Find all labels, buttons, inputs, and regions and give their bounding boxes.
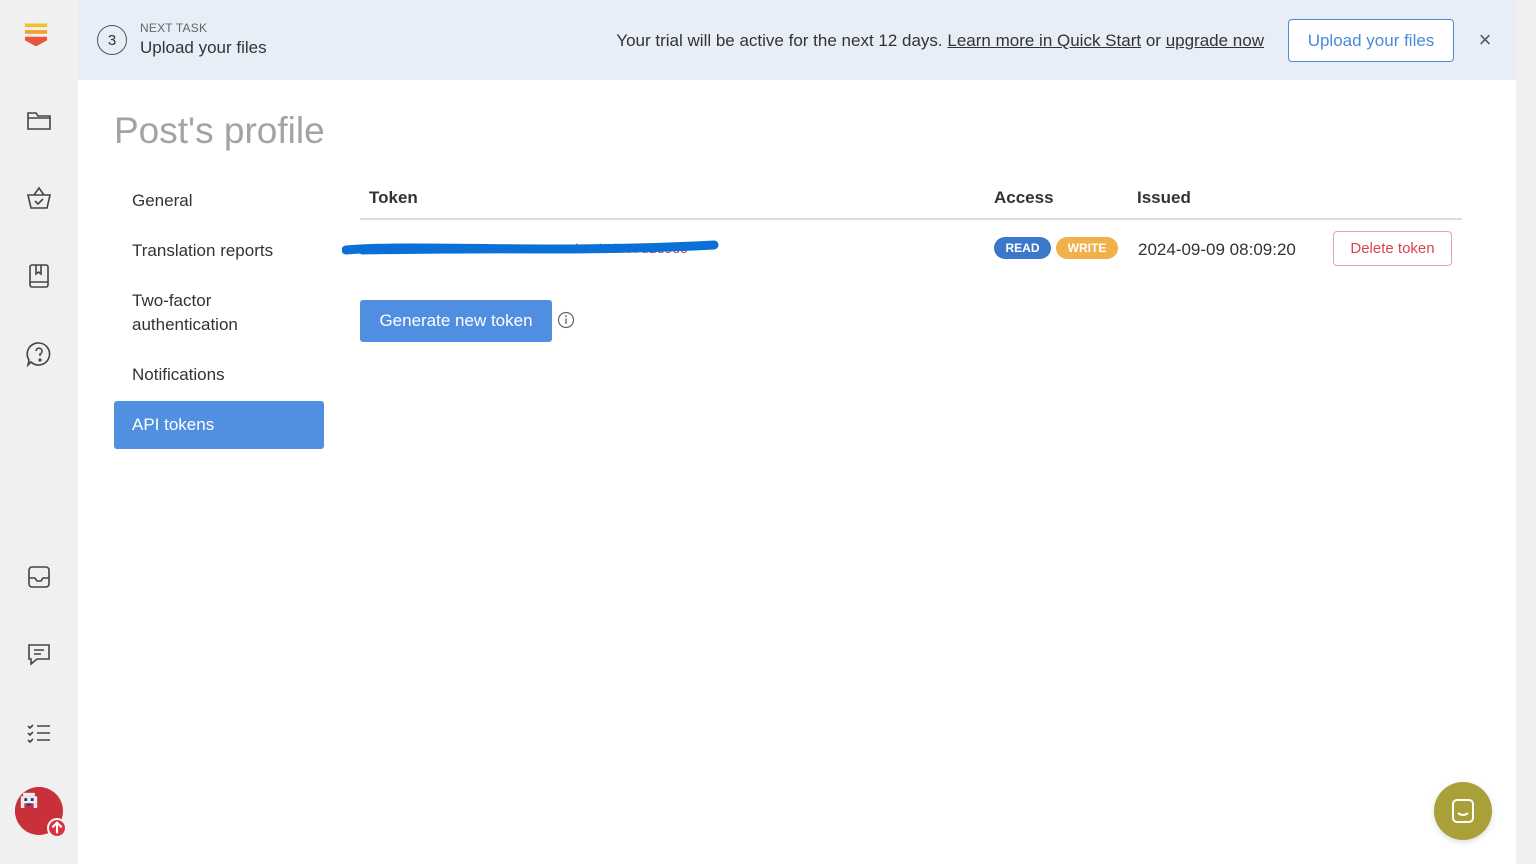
step-number: 3 [97,25,127,55]
inbox-icon[interactable] [24,562,54,592]
upgrade-link[interactable]: upgrade now [1166,31,1264,50]
logo-icon[interactable] [22,22,56,60]
help-icon[interactable] [24,339,54,369]
access-write-badge: WRITE [1056,237,1118,259]
basket-icon[interactable] [24,183,54,213]
access-read-badge: READ [994,237,1051,259]
header-token: Token [369,188,418,207]
checklist-icon[interactable] [24,718,54,748]
trial-message: Your trial will be active for the next 1… [616,31,1264,51]
left-rail [0,0,78,864]
page-title: Post's profile [114,110,325,151]
tokens-table-header: Token Access Issued [360,178,1462,220]
redaction-scribble [342,240,719,255]
issued-date: 2024-09-09 08:09:20 [1138,240,1296,259]
upload-files-button[interactable]: Upload your files [1288,19,1454,62]
close-icon[interactable]: × [1473,27,1497,52]
generate-token-button[interactable]: Generate new token [360,300,552,342]
or-text: or [1145,31,1161,50]
table-row: ••••••••••••••••••••••••ssd2.d2d77fd2d9d… [342,222,1462,274]
delete-token-button[interactable]: Delete token [1333,231,1452,266]
scrollbar[interactable] [1516,0,1536,864]
folder-icon[interactable] [24,105,54,135]
chat-bubble-icon[interactable] [1434,782,1492,840]
header-issued: Issued [1137,188,1191,207]
nav-item-translation-reports[interactable]: Translation reports [114,239,291,263]
book-icon[interactable] [24,261,54,291]
nav-item-api-tokens[interactable]: API tokens [114,401,324,449]
trial-text: Your trial will be active for the next 1… [616,31,943,50]
nav-item-general[interactable]: General [114,189,210,213]
chat-icon[interactable] [24,639,54,669]
nav-item-two-factor[interactable]: Two-factor authentication [114,289,324,337]
upload-badge-icon [47,818,67,838]
header-access: Access [994,188,1054,207]
next-task-label: NEXT TASK [140,21,208,35]
next-task-banner: 3 NEXT TASK Upload your files Your trial… [78,0,1516,80]
nav-item-notifications[interactable]: Notifications [114,363,243,387]
next-task-title[interactable]: Upload your files [140,38,267,58]
info-icon[interactable] [557,311,575,329]
quick-start-link[interactable]: Learn more in Quick Start [947,31,1141,50]
